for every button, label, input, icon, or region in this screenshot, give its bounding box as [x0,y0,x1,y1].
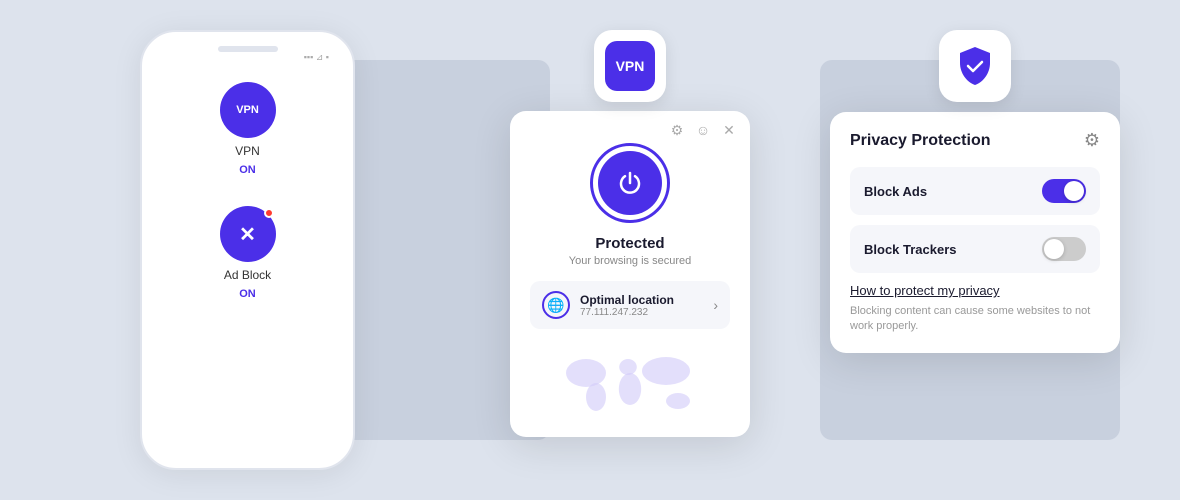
privacy-gear-button[interactable]: ⚙ [1084,130,1100,151]
vpn-close-button[interactable]: ✕ [720,121,738,139]
block-ads-option: Block Ads [850,167,1100,215]
adblock-label: Ad Block [224,268,271,282]
vpn-status-title: Protected [595,235,664,252]
vpn-popup: ⚙ ☺ ✕ Protected Your browsing is secured… [510,111,750,437]
location-name: Optimal location [580,293,703,307]
location-chevron-icon: › [713,297,718,313]
block-ads-toggle[interactable] [1042,179,1086,203]
vpn-circle-icon: VPN [220,82,276,138]
phone-status: ▪▪▪ ⊿ ▪ [304,52,329,63]
notification-dot [264,208,274,218]
block-ads-toggle-knob [1064,181,1084,201]
power-button-inner [598,151,662,215]
location-globe-icon: 🌐 [542,291,570,319]
vpn-gear-button[interactable]: ⚙ [668,121,686,139]
vpn-popup-body: Protected Your browsing is secured 🌐 Opt… [510,143,750,437]
shield-check-icon [952,43,998,89]
privacy-note: Blocking content can cause some websites… [850,304,1100,335]
power-button-container[interactable] [590,143,670,223]
phone-mockup: ▪▪▪ ⊿ ▪ VPN VPN ON ✕ Ad Block ON [140,30,355,470]
vpn-location-bar[interactable]: 🌐 Optimal location 77.111.247.232 › [530,281,730,329]
phone-app-adblock[interactable]: ✕ Ad Block ON [220,206,276,300]
world-map [530,341,730,421]
block-trackers-option: Block Trackers [850,225,1100,273]
adblock-icon-text: ✕ [239,222,256,247]
privacy-title: Privacy Protection [850,132,991,150]
privacy-popup: Privacy Protection ⚙ Block Ads Block Tra… [830,112,1120,353]
vpn-emoji-button[interactable]: ☺ [694,121,712,139]
power-icon [615,168,645,198]
block-ads-label: Block Ads [864,184,927,199]
block-trackers-label: Block Trackers [864,242,957,257]
vpn-status: ON [239,164,256,176]
vpn-icon-text: VPN [236,104,259,116]
block-trackers-toggle[interactable] [1042,237,1086,261]
phone-notch [218,46,278,52]
privacy-app-icon[interactable] [939,30,1011,102]
privacy-link[interactable]: How to protect my privacy [850,283,1100,298]
vpn-popup-wrapper: VPN ⚙ ☺ ✕ Protected Your browsing is sec… [510,30,750,437]
vpn-app-icon-inner: VPN [605,41,655,91]
adblock-circle-icon: ✕ [220,206,276,262]
privacy-header: Privacy Protection ⚙ [850,130,1100,151]
adblock-status: ON [239,288,256,300]
vpn-label: VPN [235,144,260,158]
vpn-app-icon[interactable]: VPN [594,30,666,102]
privacy-popup-wrapper: Privacy Protection ⚙ Block Ads Block Tra… [830,30,1120,353]
vpn-popup-icon-label: VPN [616,58,645,74]
phone-app-vpn[interactable]: VPN VPN ON [220,82,276,176]
block-trackers-toggle-knob [1044,239,1064,259]
vpn-status-subtitle: Your browsing is secured [569,255,692,267]
vpn-popup-header: ⚙ ☺ ✕ [510,111,750,143]
location-info: Optimal location 77.111.247.232 [580,293,703,318]
location-ip: 77.111.247.232 [580,307,703,318]
